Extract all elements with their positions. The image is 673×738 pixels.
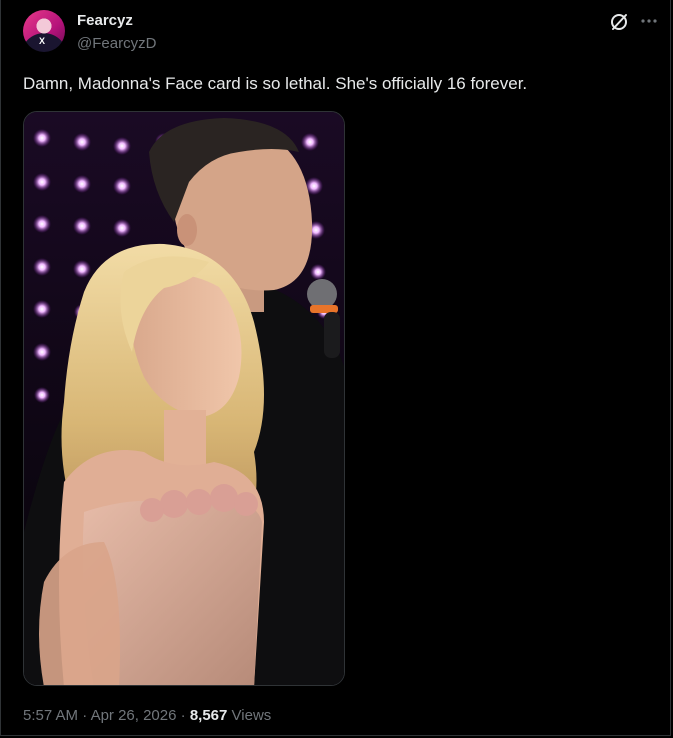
tweet-text: Damn, Madonna's Face card is so lethal. … — [23, 74, 528, 93]
grok-icon[interactable] — [609, 12, 629, 32]
separator: · — [180, 707, 186, 724]
more-icon[interactable] — [639, 11, 659, 31]
avatar[interactable]: X — [23, 10, 65, 52]
tweet-photo[interactable] — [23, 111, 345, 686]
views-label: Views — [231, 707, 272, 724]
tweet-article: X Fearcyz @FearcyzD Damn, Madonna's Face… — [0, 0, 671, 736]
tweet-meta: 5:57 AM · Apr 26, 2026 · 8,567 Views — [23, 707, 271, 724]
tweet-time[interactable]: 5:57 AM — [23, 707, 78, 724]
author-name[interactable]: Fearcyz — [77, 12, 133, 29]
author-handle[interactable]: @FearcyzD — [77, 35, 156, 52]
tweet-date[interactable]: Apr 26, 2026 — [91, 707, 177, 724]
views-count[interactable]: 8,567 — [190, 707, 228, 724]
separator: · — [82, 707, 88, 724]
avatar-badge: X — [39, 36, 46, 46]
